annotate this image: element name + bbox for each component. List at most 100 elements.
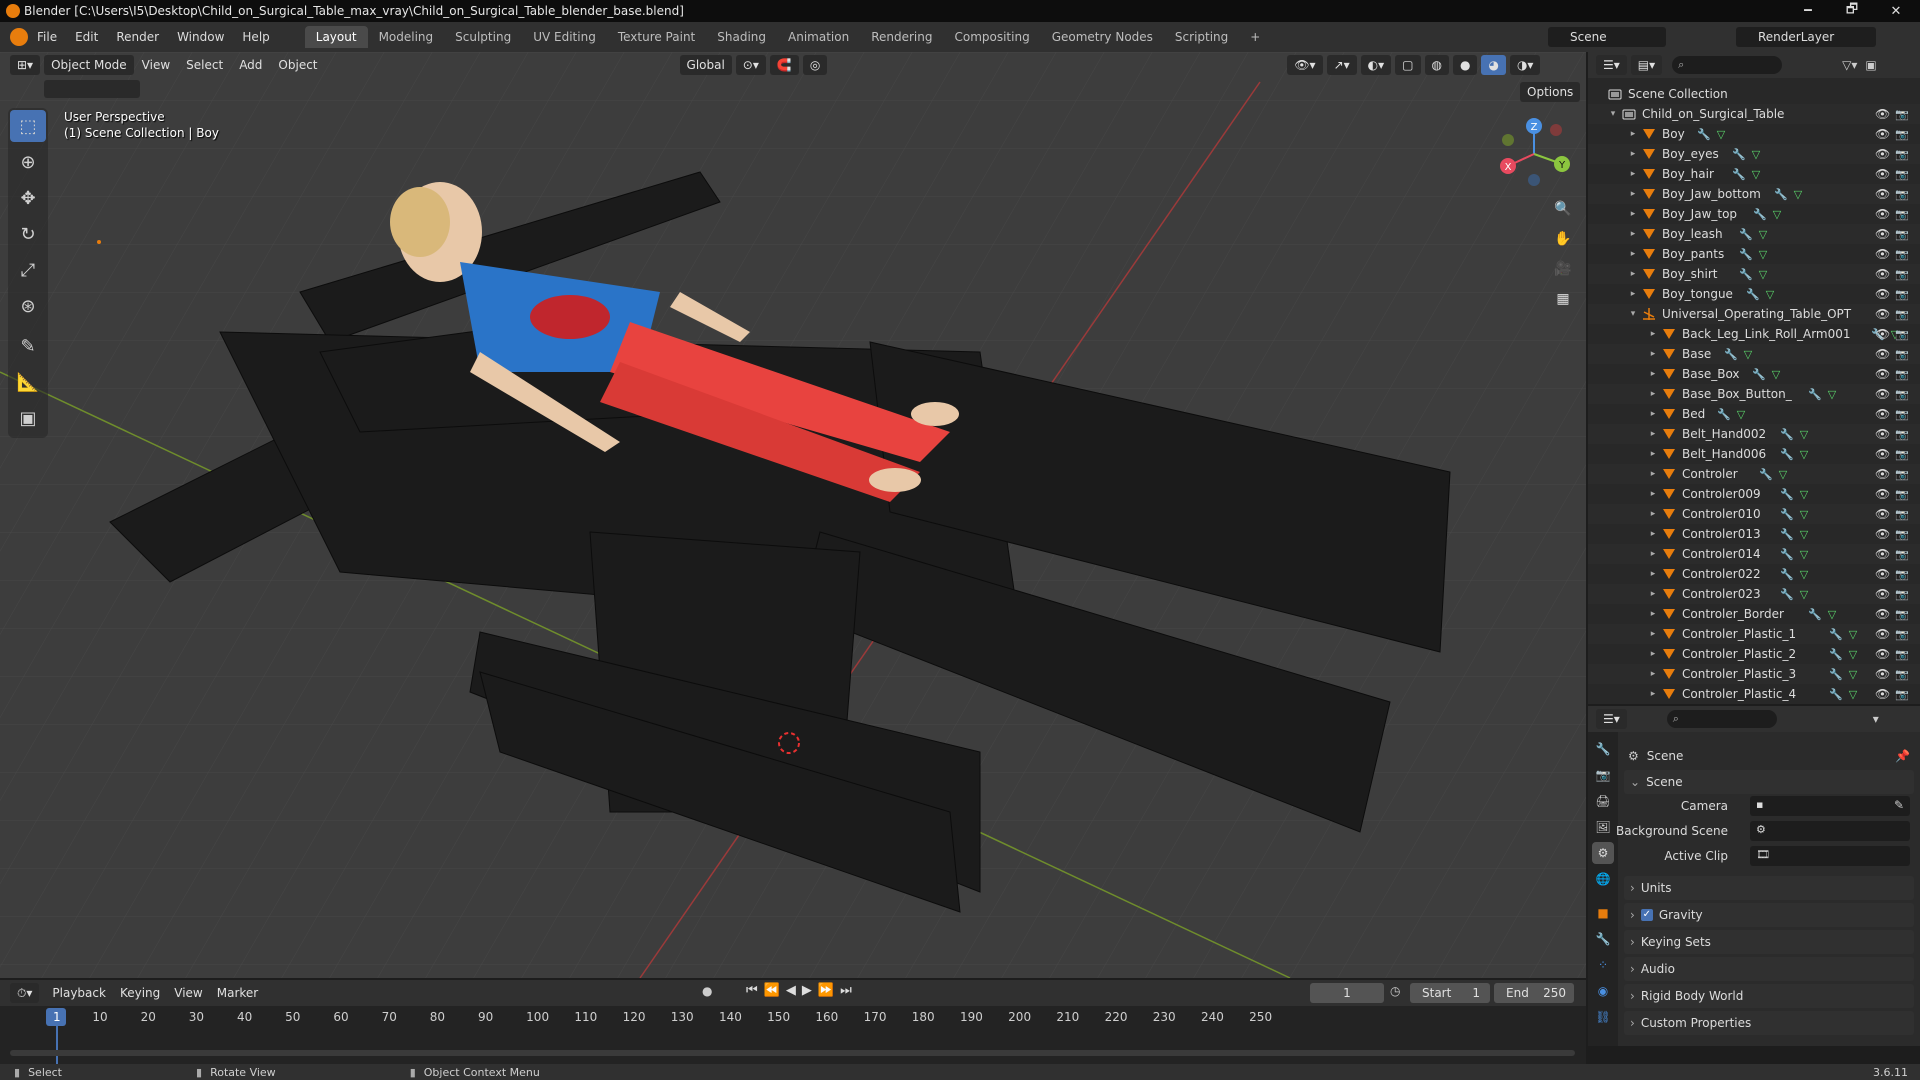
scene-selector[interactable]: Scene	[1548, 27, 1666, 47]
section-keying-sets[interactable]: › Keying Sets	[1624, 930, 1914, 954]
viewport-menu-view[interactable]: View	[134, 52, 178, 78]
tab-scripting[interactable]: Scripting	[1164, 26, 1239, 48]
scene-panel-header[interactable]: ⌄ Scene	[1624, 770, 1914, 794]
visibility-eye-icon[interactable]: 👁	[1875, 207, 1890, 221]
expand-arrow-icon[interactable]: ▸	[1648, 589, 1658, 599]
mesh-data-icon[interactable]: ▽	[1759, 248, 1767, 261]
modifier-data-icons[interactable]: 🔧 ▽	[1829, 668, 1857, 681]
xray-icon[interactable]: ▢	[1395, 55, 1421, 75]
outliner-item[interactable]: ▸ Controler_Plastic_2 🔧 ▽ 👁 📷	[1588, 644, 1920, 664]
shading-rendered-icon[interactable]: ◑▾	[1509, 55, 1541, 75]
modifier-wrench-icon[interactable]: 🔧	[1732, 168, 1746, 181]
render-camera-icon[interactable]: 📷	[1895, 528, 1909, 541]
visibility-eye-icon[interactable]: 👁	[1875, 607, 1890, 621]
expand-arrow-icon[interactable]: ▸	[1648, 529, 1658, 539]
outliner-item[interactable]: ▾ Universal_Operating_Table_OPT 👁 📷	[1588, 304, 1920, 324]
render-camera-icon[interactable]: 📷	[1895, 128, 1909, 141]
current-frame-field[interactable]: 1	[1310, 983, 1384, 1003]
camera-view-icon[interactable]: 🎥	[1550, 256, 1576, 282]
mesh-data-icon[interactable]: ▽	[1800, 568, 1808, 581]
render-tab-icon[interactable]: 📷	[1592, 764, 1614, 786]
tab-sculpting[interactable]: Sculpting	[444, 26, 522, 48]
preview-range-icon[interactable]: ◷	[1390, 984, 1400, 998]
render-camera-icon[interactable]: 📷	[1895, 628, 1909, 641]
transform-orientation-dropdown[interactable]: Global	[679, 55, 732, 75]
outliner-item[interactable]: ▸ Controler010 🔧 ▽ 👁 📷	[1588, 504, 1920, 524]
modifier-data-icons[interactable]: 🔧 ▽	[1780, 528, 1808, 541]
mesh-data-icon[interactable]: ▽	[1744, 348, 1752, 361]
modifier-data-icons[interactable]: 🔧 ▽	[1724, 348, 1752, 361]
modifier-data-icons[interactable]: 🔧 ▽	[1739, 248, 1767, 261]
expand-arrow-icon[interactable]: ▸	[1628, 249, 1638, 259]
object-mode-dropdown[interactable]: Object Mode	[44, 55, 134, 75]
mesh-data-icon[interactable]: ▽	[1794, 188, 1802, 201]
end-frame-field[interactable]: End 250	[1494, 983, 1574, 1003]
mesh-data-icon[interactable]: ▽	[1849, 648, 1857, 661]
outliner-item[interactable]: ▸ Boy_eyes 🔧 ▽ 👁 📷	[1588, 144, 1920, 164]
expand-arrow-icon[interactable]: ▸	[1628, 209, 1638, 219]
render-camera-icon[interactable]: 📷	[1895, 188, 1909, 201]
modifier-wrench-icon[interactable]: 🔧	[1697, 128, 1711, 141]
outliner-item[interactable]: ▸ Base 🔧 ▽ 👁 📷	[1588, 344, 1920, 364]
mesh-data-icon[interactable]: ▽	[1800, 428, 1808, 441]
modifier-data-icons[interactable]: 🔧 ▽	[1780, 448, 1808, 461]
add-cube-tool[interactable]: ▣	[10, 402, 46, 434]
select-mode-buttons[interactable]	[44, 80, 140, 98]
outliner-item[interactable]: ▸ Controler_Plastic_1 🔧 ▽ 👁 📷	[1588, 624, 1920, 644]
gizmo-toggle-icon[interactable]: ↗▾	[1326, 55, 1357, 75]
visibility-eye-icon[interactable]: 👁	[1875, 647, 1890, 661]
expand-arrow-icon[interactable]: ▸	[1628, 149, 1638, 159]
visibility-eye-icon[interactable]: 👁	[1875, 667, 1890, 681]
mesh-data-icon[interactable]: ▽	[1752, 168, 1760, 181]
visibility-eye-icon[interactable]: 👁	[1875, 487, 1890, 501]
annotate-tool[interactable]: ✎	[10, 330, 46, 362]
visibility-eye-icon[interactable]: 👁	[1875, 447, 1890, 461]
render-camera-icon[interactable]: 📷	[1895, 388, 1909, 401]
modifier-data-icons[interactable]: 🔧 ▽	[1808, 608, 1836, 621]
timeline-menu-keying[interactable]: Keying	[113, 980, 167, 1006]
section-custom-properties[interactable]: › Custom Properties	[1624, 1011, 1914, 1035]
menu-window[interactable]: Window	[168, 22, 233, 52]
render-camera-icon[interactable]: 📷	[1895, 268, 1909, 281]
options-dropdown[interactable]: Options	[1520, 82, 1581, 102]
render-camera-icon[interactable]: 📷	[1895, 668, 1909, 681]
render-camera-icon[interactable]: 📷	[1895, 288, 1909, 301]
new-collection-icon[interactable]: ▣	[1865, 58, 1876, 72]
object-tab-icon[interactable]: ■	[1592, 902, 1614, 924]
outliner-item[interactable]: ▸ Back_Leg_Link_Roll_Arm001 🔧 ▽ 👁 📷	[1588, 324, 1920, 344]
overlays-icon[interactable]: ◐▾	[1360, 55, 1392, 75]
modifier-wrench-icon[interactable]: 🔧	[1808, 608, 1822, 621]
expand-arrow-icon[interactable]: ▸	[1628, 129, 1638, 139]
modifier-wrench-icon[interactable]: 🔧	[1780, 488, 1794, 501]
timeline[interactable]: ⏱▾ Playback Keying View Marker ● ⏮⏪◀▶⏩⏭ …	[0, 980, 1586, 1064]
mesh-data-icon[interactable]: ▽	[1800, 548, 1808, 561]
expand-arrow-icon[interactable]: ▸	[1648, 349, 1658, 359]
outliner-scene-collection[interactable]: Scene Collection	[1588, 84, 1920, 104]
property-field[interactable]: ⚙	[1750, 821, 1910, 841]
menu-file[interactable]: File	[28, 22, 66, 52]
particles-tab-icon[interactable]: ⁘	[1592, 954, 1614, 976]
modifier-data-icons[interactable]: 🔧 ▽	[1780, 548, 1808, 561]
mesh-data-icon[interactable]: ▽	[1828, 608, 1836, 621]
pivot-icon[interactable]: ⊙▾	[735, 55, 766, 75]
expand-arrow-icon[interactable]: ▸	[1628, 289, 1638, 299]
mesh-data-icon[interactable]: ▽	[1717, 128, 1725, 141]
visibility-eye-icon[interactable]: 👁	[1875, 587, 1890, 601]
properties-options-icon[interactable]: ▾	[1873, 712, 1879, 726]
visibility-eye-icon[interactable]: 👁	[1875, 427, 1890, 441]
render-camera-icon[interactable]: 📷	[1895, 608, 1909, 621]
modifier-data-icons[interactable]: 🔧 ▽	[1717, 408, 1745, 421]
expand-arrow-icon[interactable]: ▸	[1648, 489, 1658, 499]
outliner-search-input[interactable]: ⌕	[1672, 56, 1783, 74]
render-camera-icon[interactable]: 📷	[1895, 308, 1909, 321]
modifier-wrench-icon[interactable]: 🔧	[1759, 468, 1773, 481]
outliner-item[interactable]: ▸ Base_Box 🔧 ▽ 👁 📷	[1588, 364, 1920, 384]
modifier-data-icons[interactable]: 🔧 ▽	[1753, 208, 1781, 221]
expand-arrow-icon[interactable]: ▸	[1628, 189, 1638, 199]
view-layer-tab-icon[interactable]: 🖼	[1592, 816, 1614, 838]
expand-arrow-icon[interactable]: ▸	[1648, 409, 1658, 419]
render-camera-icon[interactable]: 📷	[1895, 368, 1909, 381]
modifier-data-icons[interactable]: 🔧 ▽	[1829, 648, 1857, 661]
constraints-tab-icon[interactable]: ⛓	[1592, 1006, 1614, 1028]
minimize-button[interactable]: 🗕	[1786, 0, 1830, 22]
